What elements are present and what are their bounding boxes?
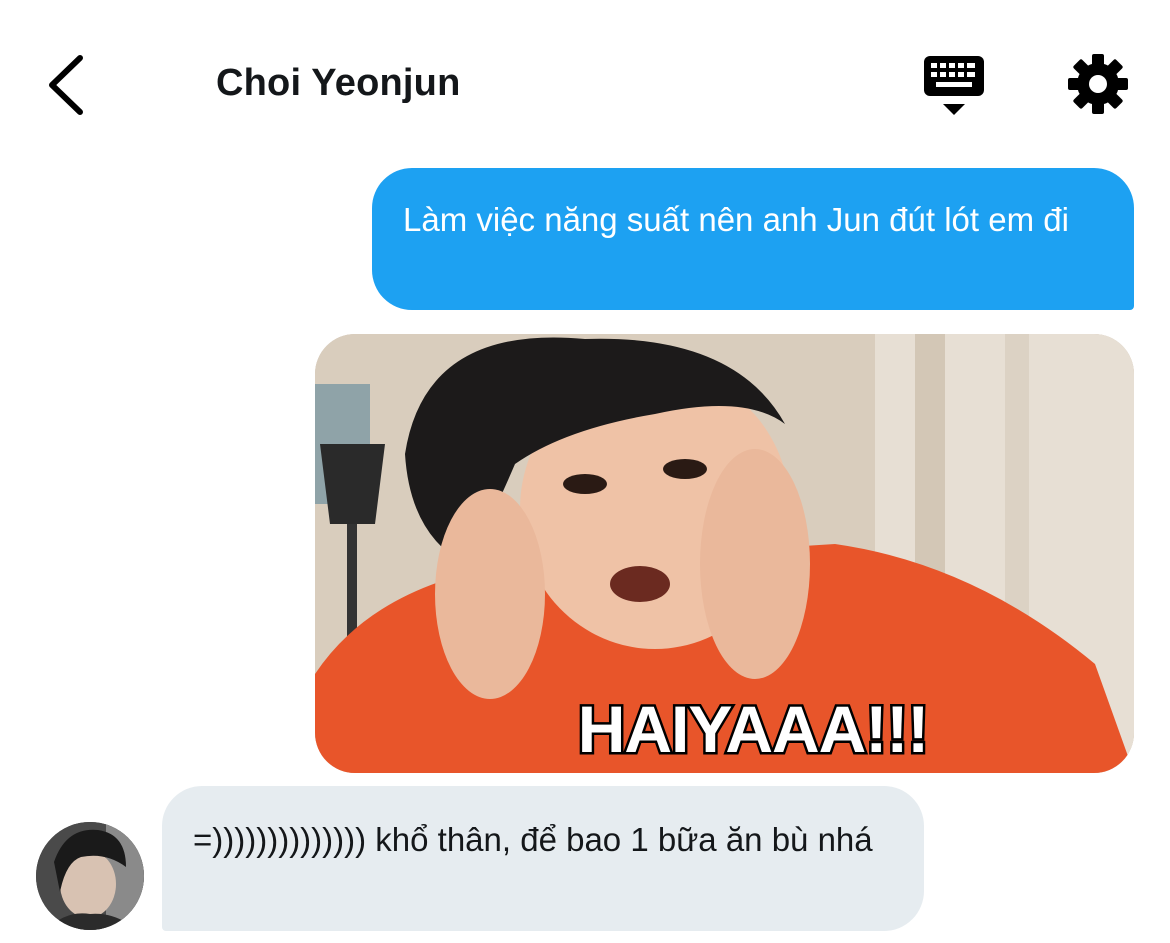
conversation-title: Choi Yeonjun xyxy=(216,62,461,104)
avatar[interactable] xyxy=(36,822,144,930)
conversation-header: Choi Yeonjun xyxy=(0,0,1170,150)
outgoing-media-message[interactable]: HAIYAAA!!! xyxy=(315,334,1134,773)
keyboard-button[interactable] xyxy=(918,54,990,118)
back-button[interactable] xyxy=(40,50,100,120)
meme-image: HAIYAAA!!! xyxy=(315,334,1134,773)
settings-button[interactable] xyxy=(1066,52,1130,116)
chevron-left-icon xyxy=(49,55,83,115)
gear-icon xyxy=(1068,54,1128,114)
avatar-image xyxy=(36,822,144,930)
incoming-message-bubble[interactable]: =)))))))))))))) khổ thân, để bao 1 bữa ă… xyxy=(162,786,924,931)
outgoing-message-bubble[interactable]: Làm việc năng suất nên anh Jun đút lót e… xyxy=(372,168,1134,310)
meme-caption: HAIYAAA!!! xyxy=(578,692,929,766)
keyboard-icon xyxy=(924,56,984,115)
